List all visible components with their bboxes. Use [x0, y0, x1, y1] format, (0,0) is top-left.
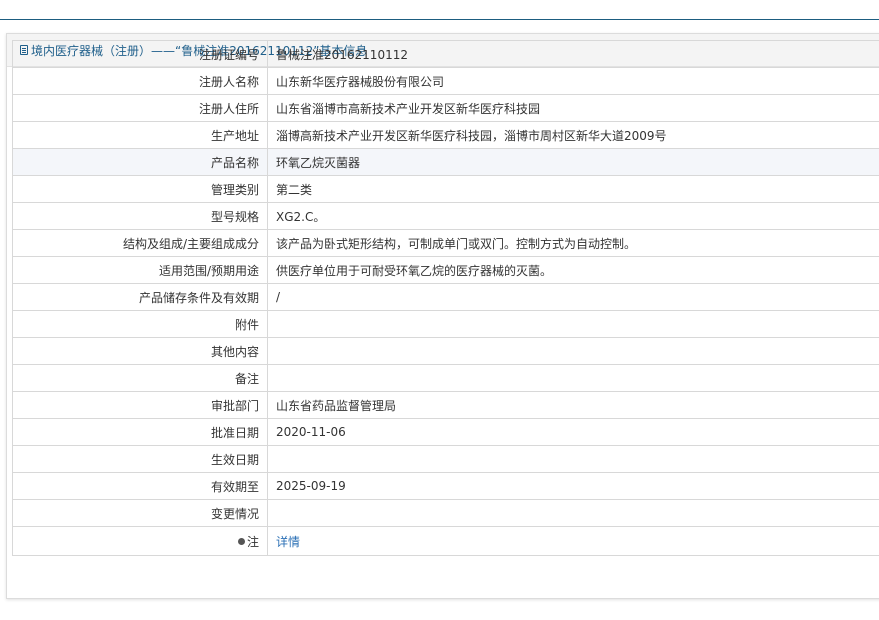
row-label: 管理类别 — [12, 175, 268, 203]
row-label: 附件 — [12, 310, 268, 338]
note-label: 注 — [246, 534, 259, 549]
top-divider — [0, 19, 879, 20]
table-row: 产品名称 环氧乙烷灭菌器 — [12, 148, 879, 176]
table-row: 生效日期 — [12, 445, 879, 473]
row-label: 生产地址 — [12, 121, 268, 149]
row-value: 2020-11-06 — [267, 418, 879, 446]
table-row: 审批部门 山东省药品监督管理局 — [12, 391, 879, 419]
table-row: 注册人住所 山东省淄博市高新技术产业开发区新华医疗科技园 — [12, 94, 879, 122]
table-row: 注册人名称 山东新华医疗器械股份有限公司 — [12, 67, 879, 95]
row-value: XG2.C。 — [267, 202, 879, 230]
row-label: 变更情况 — [12, 499, 268, 527]
row-label: 注册人住所 — [12, 94, 268, 122]
row-value: 淄博高新技术产业开发区新华医疗科技园，淄博市周村区新华大道2009号 — [267, 121, 879, 149]
row-value: 2025-09-19 — [267, 472, 879, 500]
row-value: 鲁械注准20162110112 — [267, 40, 879, 68]
details-link[interactable]: 详情 — [276, 535, 300, 549]
row-value — [267, 499, 879, 527]
row-label: 适用范围/预期用途 — [12, 256, 268, 284]
table-row: 结构及组成/主要组成成分 该产品为卧式矩形结构，可制成单门或双门。控制方式为自动… — [12, 229, 879, 257]
row-value: 第二类 — [267, 175, 879, 203]
row-label: 产品储存条件及有效期 — [12, 283, 268, 311]
table-row: 批准日期 2020-11-06 — [12, 418, 879, 446]
note-value-cell: 详情 — [267, 526, 879, 556]
table-row: 型号规格 XG2.C。 — [12, 202, 879, 230]
row-label: 产品名称 — [12, 148, 268, 176]
row-label: 批准日期 — [12, 418, 268, 446]
row-value — [267, 337, 879, 365]
row-value: 供医疗单位用于可耐受环氧乙烷的医疗器械的灭菌。 — [267, 256, 879, 284]
table-row: 附件 — [12, 310, 879, 338]
row-label: 型号规格 — [12, 202, 268, 230]
lightbulb-icon — [237, 537, 245, 545]
info-table: 注册证编号 鲁械注准20162110112 注册人名称 山东新华医疗器械股份有限… — [12, 40, 879, 556]
row-value: 山东省药品监督管理局 — [267, 391, 879, 419]
row-value: 山东新华医疗器械股份有限公司 — [267, 67, 879, 95]
table-row: 注册证编号 鲁械注准20162110112 — [12, 40, 879, 68]
row-value — [267, 310, 879, 338]
note-label-cell: 注 — [12, 526, 268, 556]
table-row: 生产地址 淄博高新技术产业开发区新华医疗科技园，淄博市周村区新华大道2009号 — [12, 121, 879, 149]
row-label: 审批部门 — [12, 391, 268, 419]
row-value — [267, 364, 879, 392]
row-label: 结构及组成/主要组成成分 — [12, 229, 268, 257]
row-value: 环氧乙烷灭菌器 — [267, 148, 879, 176]
table-row: 备注 — [12, 364, 879, 392]
row-label: 生效日期 — [12, 445, 268, 473]
table-row: 其他内容 — [12, 337, 879, 365]
table-row: 适用范围/预期用途 供医疗单位用于可耐受环氧乙烷的医疗器械的灭菌。 — [12, 256, 879, 284]
row-label: 备注 — [12, 364, 268, 392]
row-value — [267, 445, 879, 473]
row-value: 该产品为卧式矩形结构，可制成单门或双门。控制方式为自动控制。 — [267, 229, 879, 257]
table-row-note: 注 详情 — [12, 526, 879, 556]
row-label: 其他内容 — [12, 337, 268, 365]
row-value: / — [267, 283, 879, 311]
row-label: 注册人名称 — [12, 67, 268, 95]
row-label: 有效期至 — [12, 472, 268, 500]
row-value: 山东省淄博市高新技术产业开发区新华医疗科技园 — [267, 94, 879, 122]
table-row: 有效期至 2025-09-19 — [12, 472, 879, 500]
row-label: 注册证编号 — [12, 40, 268, 68]
table-row: 变更情况 — [12, 499, 879, 527]
table-row: 管理类别 第二类 — [12, 175, 879, 203]
table-row: 产品储存条件及有效期 / — [12, 283, 879, 311]
